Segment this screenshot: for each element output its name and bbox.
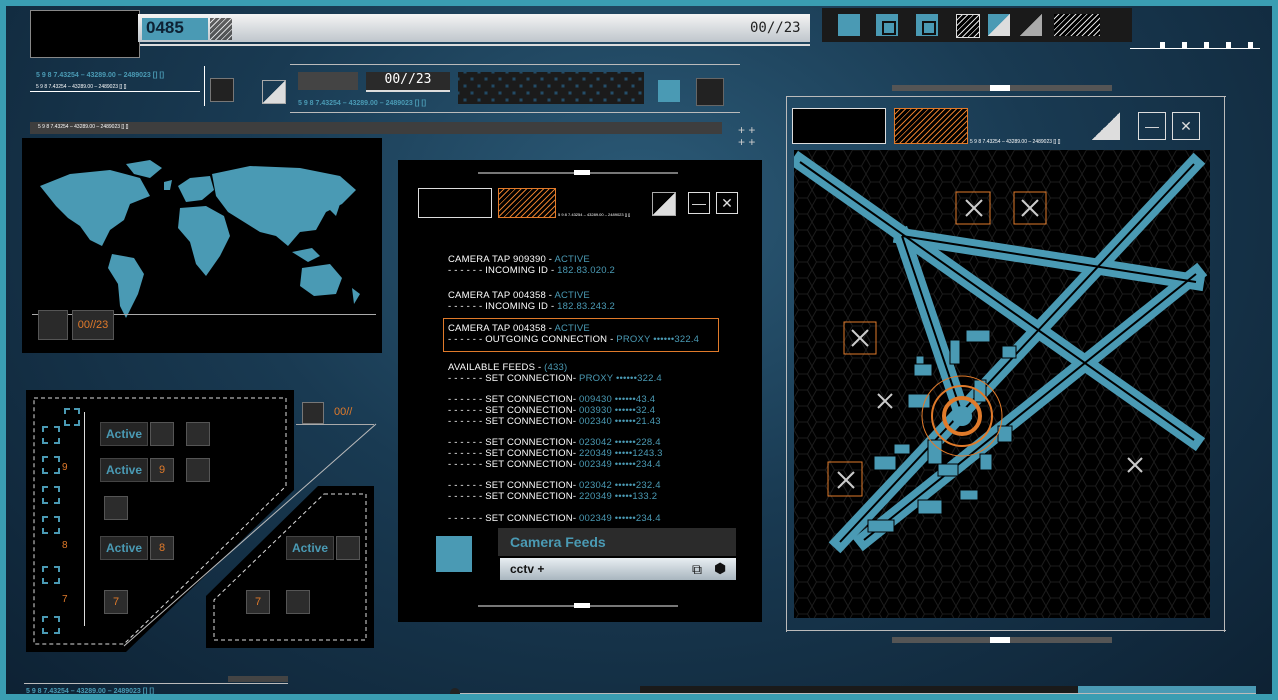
top-bar-strip: [138, 14, 810, 42]
feeds-triangle-icon: [652, 192, 676, 216]
feeds-bottom-marker: [574, 603, 590, 608]
connection-row[interactable]: - - - - - - SET CONNECTION- 220349 •••••…: [448, 491, 657, 502]
header-teal-square-icon[interactable]: [658, 80, 680, 102]
close-button[interactable]: ✕: [716, 192, 738, 214]
frame-square-icon-2[interactable]: [916, 14, 938, 36]
footer-dark-bar: [640, 686, 1080, 693]
feeds-top-marker: [574, 170, 590, 175]
map-counter: 00//23: [72, 310, 114, 340]
radar-triangle-icon: [1092, 112, 1120, 140]
radar-map-svg: [794, 150, 1210, 618]
wide-hatch-icon: [1054, 14, 1100, 36]
footer-long-line: [460, 693, 1256, 694]
tap-2-sub: - - - - - - INCOMING ID - 182.83.243.2: [448, 301, 616, 312]
header-sep: [204, 66, 205, 106]
frame-square-icon[interactable]: [876, 14, 898, 36]
ladder-num-8: 8: [62, 540, 68, 551]
feeds-teal-square-icon[interactable]: [436, 536, 472, 572]
top-bar-dark-block: [30, 10, 140, 58]
triangle-icon[interactable]: [988, 14, 1010, 36]
feeds-orange-hatch: [498, 188, 556, 218]
grid-ladder: 9 8 7: [40, 406, 90, 636]
tap-2: CAMERA TAP 004358 - ACTIVE: [448, 290, 590, 301]
header-triangle-icon: [262, 80, 286, 104]
header-row3-bar: 5 9 8 7.43254 – 43289.00 – 2489023 [] []: [30, 122, 722, 134]
top-white-line: [140, 44, 810, 46]
top-right-icon-group: [822, 8, 1132, 42]
cctv-bar[interactable]: cctv + ⧉ ⬢: [500, 558, 736, 580]
radar-orange-hatch: [894, 108, 968, 144]
header-dark-square: [210, 78, 234, 102]
header-counter: 00//23: [366, 72, 450, 92]
tap-3-sub: - - - - - - OUTGOING CONNECTION - PROXY …: [448, 334, 700, 345]
radar-frame-line-top: [786, 96, 1226, 97]
radar-bottom-marker: [990, 637, 1010, 643]
slash-hatch-icon: [1020, 14, 1042, 36]
top-counter: 0485: [142, 18, 208, 40]
header-long-line-2: [290, 112, 740, 113]
camera-feeds-header: Camera Feeds: [498, 528, 736, 556]
top-bar: 0485 00//23: [30, 8, 810, 58]
top-hatch: [210, 18, 232, 40]
tap-3: CAMERA TAP 004358 - ACTIVE: [448, 323, 590, 334]
connection-row[interactable]: - - - - - - SET CONNECTION- 002349 •••••…: [448, 459, 661, 470]
radar-top-marker: [990, 85, 1010, 91]
connection-row[interactable]: - - - - - - SET CONNECTION- 220349 •••••…: [448, 448, 663, 459]
radar-minimize-button[interactable]: —: [1138, 112, 1166, 140]
header-code-small: 5 9 8 7.43254 – 43289.00 – 2489023 [] []: [36, 84, 127, 90]
ladder-num-7: 7: [62, 594, 68, 605]
diagonal-line: [123, 423, 377, 647]
plus-marks: + + + +: [738, 123, 756, 149]
world-map-panel: 00//23: [22, 138, 382, 353]
connection-row[interactable]: - - - - - - SET CONNECTION- PROXY ••••••…: [448, 373, 662, 384]
feeds-dark-box: [418, 188, 492, 218]
map-dark-square: [38, 310, 68, 340]
teal-square-icon[interactable]: [838, 14, 860, 36]
footer-teal-bar: [1078, 686, 1256, 693]
radar-frame-line-right: [1224, 96, 1225, 632]
radar-bottom-frame-line: [786, 630, 1226, 631]
feeds-code: 5 9 8 7.43254 – 43289.00 – 2489023 [] []: [558, 212, 631, 217]
footer-code: 5 9 8 7.43254 – 43289.00 – 2489023 [] []: [26, 688, 155, 695]
minimize-button[interactable]: —: [688, 192, 710, 214]
connection-row[interactable]: - - - - - - SET CONNECTION- 002349 •••••…: [448, 513, 661, 524]
hexagon-icon[interactable]: ⬢: [714, 560, 726, 577]
header-dark-square-2: [696, 78, 724, 106]
footer-bar: [228, 676, 288, 682]
ladder-num-9: 9: [62, 462, 68, 473]
connection-row[interactable]: - - - - - - SET CONNECTION- 009430 •••••…: [448, 394, 655, 405]
footer-dot: [450, 688, 460, 698]
top-counter-right: 00//23: [750, 20, 801, 36]
radar-map: [794, 150, 1210, 618]
copy-icon[interactable]: ⧉: [692, 561, 702, 578]
cctv-label: cctv +: [510, 562, 545, 576]
radar-code: 5 9 8 7.43254 – 43289.00 – 2489023 [] []: [970, 139, 1061, 145]
tap-1-sub: - - - - - - INCOMING ID - 182.83.020.2: [448, 265, 616, 276]
header-row3-code: 5 9 8 7.43254 – 43289.00 – 2489023 [] []: [38, 124, 129, 130]
radar-frame-line-left: [786, 96, 787, 632]
hatch-square-icon[interactable]: [956, 14, 980, 38]
header-long-line: [290, 64, 740, 65]
header-code-a: 5 9 8 7.43254 – 43289.00 – 2489023 [] []: [36, 72, 165, 79]
footer-line: [24, 683, 288, 684]
available-feeds: AVAILABLE FEEDS - (433): [448, 362, 568, 373]
header-dot-line: [30, 91, 200, 92]
tap-1: CAMERA TAP 909390 - ACTIVE: [448, 254, 590, 265]
connection-row[interactable]: - - - - - - SET CONNECTION- 003930 •••••…: [448, 405, 655, 416]
connection-row[interactable]: - - - - - - SET CONNECTION- 023042 •••••…: [448, 480, 661, 491]
connection-row[interactable]: - - - - - - SET CONNECTION- 002340 •••••…: [448, 416, 661, 427]
connection-row[interactable]: - - - - - - SET CONNECTION- 023042 •••••…: [448, 437, 661, 448]
hexagon-cluster: [458, 72, 644, 104]
radar-dark-box: [792, 108, 886, 144]
world-map: [40, 160, 360, 318]
header-bar-gray: [298, 72, 358, 90]
radar-close-button[interactable]: ✕: [1172, 112, 1200, 140]
header-code-b: 5 9 8 7.43254 – 43289.00 – 2489023 [] []: [298, 100, 427, 107]
camera-feeds-title: Camera Feeds: [510, 534, 606, 550]
top-right-line: [1130, 48, 1260, 49]
grid-counter: 00//: [334, 406, 353, 418]
